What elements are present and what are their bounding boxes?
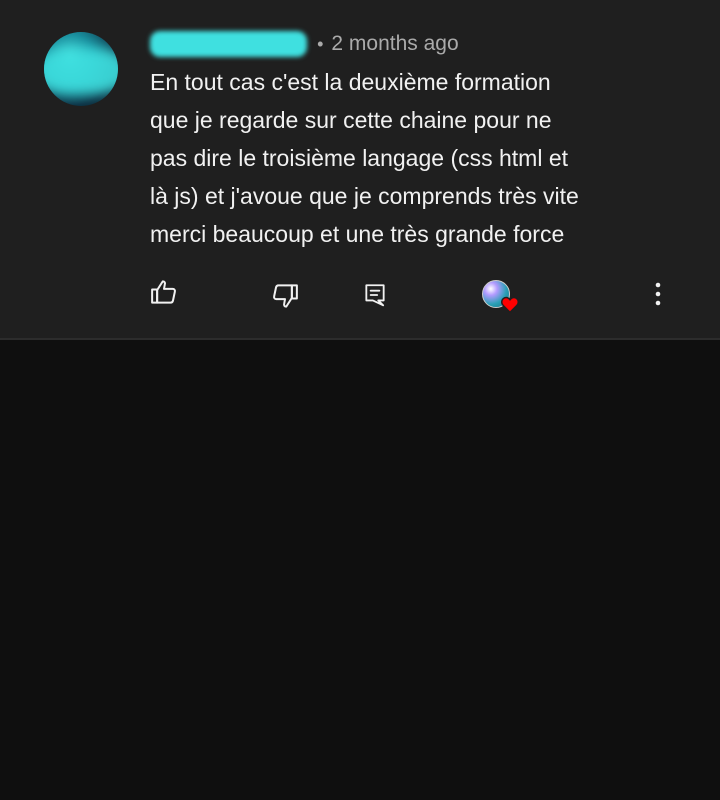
comment-text-line: pas dire le troisième langage (css html …: [150, 145, 569, 171]
more-actions-button[interactable]: [638, 274, 678, 314]
heart-icon: [501, 296, 519, 314]
thumbs-up-icon: [151, 280, 176, 304]
comment-body: En tout cas c'est la deuxième formation …: [150, 63, 650, 253]
comment-timestamp[interactable]: 2 months ago: [331, 32, 458, 56]
comment-card: Ouedy Tech Path • 2 months ago En tout c…: [0, 0, 720, 340]
reply-comment-icon: [365, 284, 385, 307]
author-avatar[interactable]: [44, 32, 118, 106]
author-name[interactable]: Ouedy Tech Path: [150, 31, 308, 57]
dislike-button[interactable]: [265, 276, 305, 316]
more-vertical-icon: [655, 282, 661, 306]
comment-text-line: là js) et j'avoue que je comprends très …: [150, 183, 579, 209]
like-button[interactable]: [144, 272, 184, 312]
comment-header: Ouedy Tech Path • 2 months ago: [150, 28, 459, 60]
creator-heart[interactable]: [478, 276, 519, 316]
avatar-blur-overlay: [44, 48, 118, 94]
meta-separator: •: [317, 33, 324, 54]
thumbs-down-icon: [273, 284, 298, 308]
comment-text-line: que je regarde sur cette chaine pour ne: [150, 107, 552, 133]
comment-text-line: En tout cas c'est la deuxième formation: [150, 69, 551, 95]
reply-button[interactable]: [355, 275, 395, 315]
comment-text-line: merci beaucoup et une très grande force: [150, 221, 565, 247]
